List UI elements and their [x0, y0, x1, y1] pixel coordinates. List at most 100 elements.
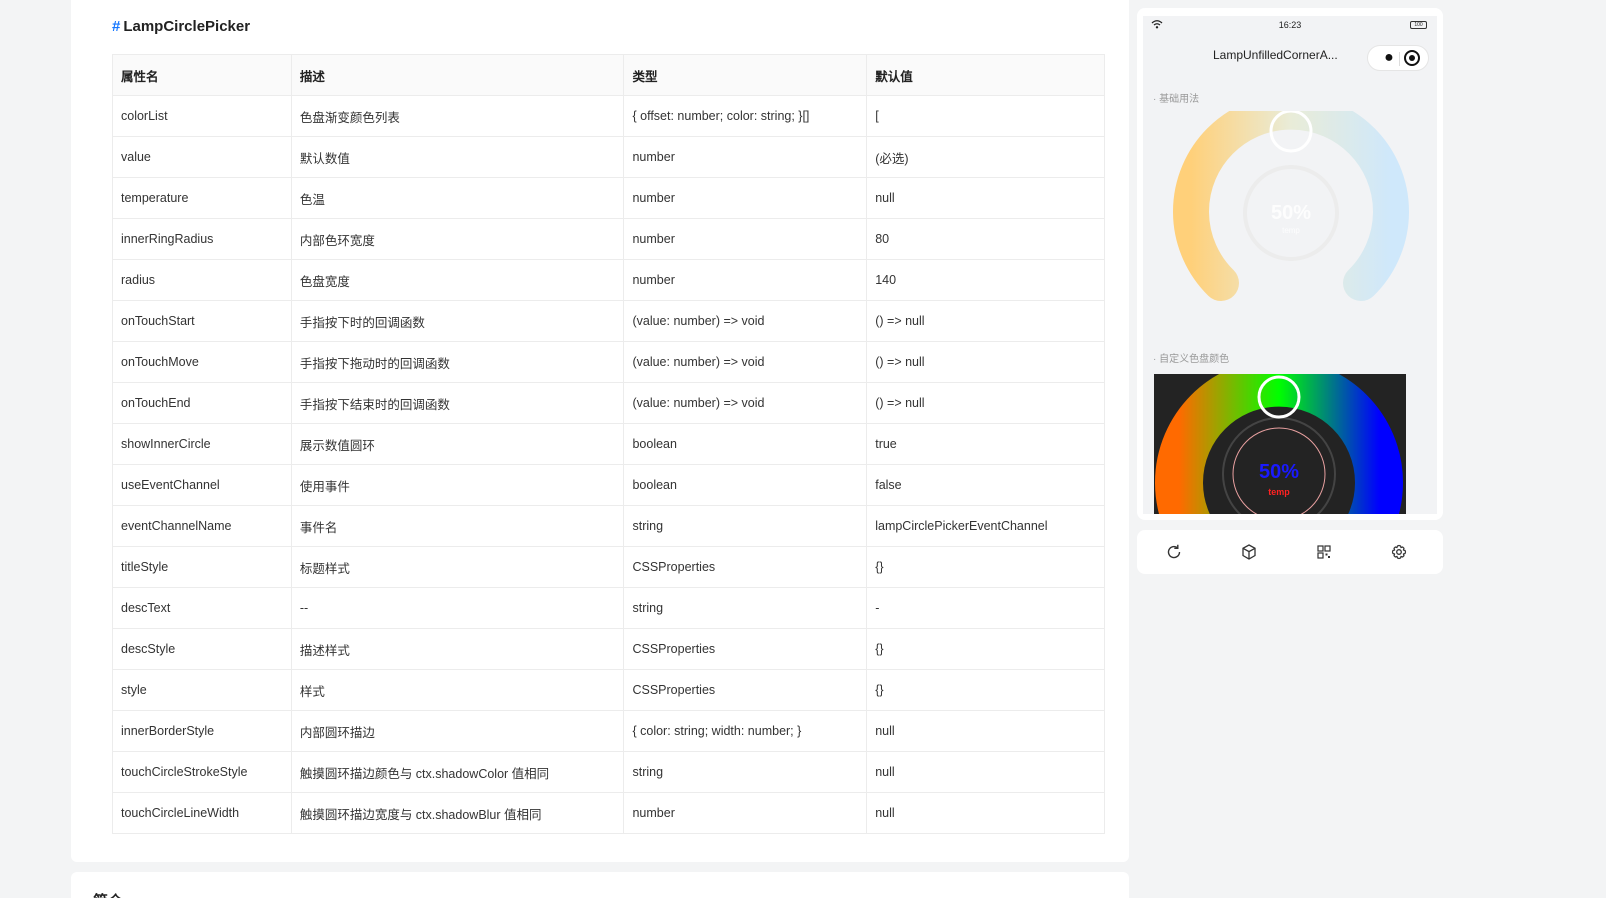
battery-icon: 100 — [1410, 21, 1427, 29]
prop-type-cell: { color: string; width: number; } — [623, 710, 868, 752]
prop-desc-cell: 标题样式 — [290, 546, 625, 588]
next-section-title: 简介 — [93, 890, 123, 898]
prop-name-cell: onTouchStart — [112, 300, 292, 342]
status-bar: 16:23 100 — [1143, 16, 1437, 34]
table-row: touchCircleLineWidth 触摸圆环描边宽度与 ctx.shadow… — [112, 792, 1105, 834]
header-name: 属性名 — [112, 54, 292, 96]
prop-desc-cell: 色温 — [290, 177, 625, 219]
prop-name-cell: temperature — [112, 177, 292, 219]
prop-name-cell: radius — [112, 259, 292, 301]
prop-desc-cell: -- — [290, 587, 625, 629]
prop-type-cell: (value: number) => void — [623, 382, 868, 424]
table-row: onTouchStart 手指按下时的回调函数 (value: number) =>… — [112, 300, 1105, 342]
qrcode-icon[interactable] — [1314, 542, 1334, 562]
prop-desc-cell: 手指按下结束时的回调函数 — [290, 382, 625, 424]
prop-type-cell: string — [623, 505, 868, 547]
settings-icon[interactable] — [1389, 542, 1409, 562]
prop-default-cell: 80 — [866, 218, 1105, 260]
table-row: innerRingRadius 内部色环宽度 number 80 — [112, 218, 1105, 260]
picker-desc-text: temp — [1282, 226, 1300, 235]
prop-name-cell: innerBorderStyle — [112, 710, 292, 752]
picker-value-text: 50% — [1259, 461, 1299, 483]
custom-picker-container: 50% temp — [1154, 374, 1406, 514]
prop-default-cell: () => null — [866, 341, 1105, 383]
prop-desc-cell: 手指按下时的回调函数 — [290, 300, 625, 342]
prop-type-cell: boolean — [623, 423, 868, 465]
prop-type-cell: string — [623, 751, 868, 793]
section-label-basic: 基础用法 — [1153, 90, 1199, 105]
table-row: innerBorderStyle 内部圆环描边{ color: string; w… — [112, 710, 1105, 752]
prop-desc-cell: 内部色环宽度 — [290, 218, 625, 260]
section-label-custom: 自定义色盘颜色 — [1153, 350, 1229, 365]
prop-default-cell: null — [866, 710, 1105, 752]
prop-name-cell: titleStyle — [112, 546, 292, 588]
cube-icon[interactable] — [1239, 542, 1259, 562]
table-row: value 默认数值 number (必选) — [112, 136, 1105, 178]
prop-type-cell: CSSProperties — [623, 628, 868, 670]
nav-title: LampUnfilledCornerA... — [1213, 48, 1338, 62]
table-row: onTouchMove 手指按下拖动时的回调函数 (value: number) =… — [112, 341, 1105, 383]
prop-type-cell: CSSProperties — [623, 546, 868, 588]
phone-preview: 16:23 100 LampUnfilledCornerA... ● 基础用法 — [1137, 8, 1443, 520]
prop-name-cell: eventChannelName — [112, 505, 292, 547]
lamp-picker-custom[interactable]: 50% temp — [1154, 374, 1406, 514]
table-row: radius 色盘宽度 number 140 — [112, 259, 1105, 301]
table-row: descText -- string - — [112, 587, 1105, 629]
prop-name-cell: useEventChannel — [112, 464, 292, 506]
table-row: style 样式 CSSProperties{} — [112, 669, 1105, 711]
capsule-divider — [1399, 52, 1400, 66]
prop-desc-cell: 触摸圆环描边宽度与 ctx.shadowBlur 值相同 — [290, 792, 625, 834]
header-desc: 描述 — [290, 54, 625, 96]
table-row: onTouchEnd 手指按下结束时的回调函数 (value: number) =>… — [112, 382, 1105, 424]
prop-name-cell: value — [112, 136, 292, 178]
prop-type-cell: CSSProperties — [623, 669, 868, 711]
prop-desc-cell: 样式 — [290, 669, 625, 711]
prop-default-cell: null — [866, 177, 1105, 219]
prop-name-cell: touchCircleStrokeStyle — [112, 751, 292, 793]
prop-type-cell: { offset: number; color: string; }[] — [623, 95, 868, 137]
table-row: titleStyle 标题样式 CSSProperties{} — [112, 546, 1105, 588]
prop-desc-cell: 使用事件 — [290, 464, 625, 506]
table-row: showInnerCircle 展示数值圆环 boolean true — [112, 423, 1105, 465]
prop-default-cell: {} — [866, 628, 1105, 670]
prop-name-cell: touchCircleLineWidth — [112, 792, 292, 834]
heading-text: LampCirclePicker — [123, 18, 251, 35]
anchor-hash[interactable]: # — [112, 18, 120, 35]
prop-type-cell: number — [623, 136, 868, 178]
picker-desc-text: temp — [1268, 487, 1290, 497]
table-row: temperature 色温 number null — [112, 177, 1105, 219]
lamp-picker-basic[interactable]: 50% temp — [1173, 111, 1409, 307]
prop-default-cell: false — [866, 464, 1105, 506]
prop-default-cell: () => null — [866, 300, 1105, 342]
prop-desc-cell: 描述样式 — [290, 628, 625, 670]
picker-value-text: 50% — [1271, 202, 1311, 224]
prop-name-cell: onTouchMove — [112, 341, 292, 383]
prop-desc-cell: 触摸圆环描边颜色与 ctx.shadowColor 值相同 — [290, 751, 625, 793]
simulator-toolbar — [1137, 530, 1443, 574]
table-row: touchCircleStrokeStyle 触摸圆环描边颜色与 ctx.shad… — [112, 751, 1105, 793]
prop-default-cell: [ — [866, 95, 1105, 137]
prop-name-cell: showInnerCircle — [112, 423, 292, 465]
table-row: colorList 色盘渐变颜色列表{ offset: number; color… — [112, 95, 1105, 137]
prop-name-cell: innerRingRadius — [112, 218, 292, 260]
prop-default-cell: {} — [866, 546, 1105, 588]
table-row: eventChannelName 事件名 string lampCirclePicke… — [112, 505, 1105, 547]
prop-type-cell: boolean — [623, 464, 868, 506]
status-time: 16:23 — [1278, 20, 1302, 30]
prop-type-cell: number — [623, 218, 868, 260]
props-table: 属性名 描述 类型 默认值 colorList 色盘渐变颜色列表{ offset:… — [112, 54, 1105, 834]
doc-card: # LampCirclePicker 属性名 描述 类型 默认值 colorLis… — [71, 0, 1129, 862]
prop-default-cell: null — [866, 792, 1105, 834]
refresh-icon[interactable] — [1164, 542, 1184, 562]
prop-type-cell: number — [623, 259, 868, 301]
phone-screen: 16:23 100 LampUnfilledCornerA... ● 基础用法 — [1143, 16, 1437, 514]
next-section-card: 简介 — [71, 872, 1129, 898]
prop-name-cell: onTouchEnd — [112, 382, 292, 424]
prop-desc-cell: 色盘宽度 — [290, 259, 625, 301]
section-heading: # LampCirclePicker — [112, 18, 250, 35]
prop-type-cell: (value: number) => void — [623, 341, 868, 383]
prop-type-cell: number — [623, 177, 868, 219]
prop-default-cell: lampCirclePickerEventChannel — [866, 505, 1105, 547]
close-button[interactable] — [1404, 50, 1420, 66]
prop-desc-cell: 事件名 — [290, 505, 625, 547]
